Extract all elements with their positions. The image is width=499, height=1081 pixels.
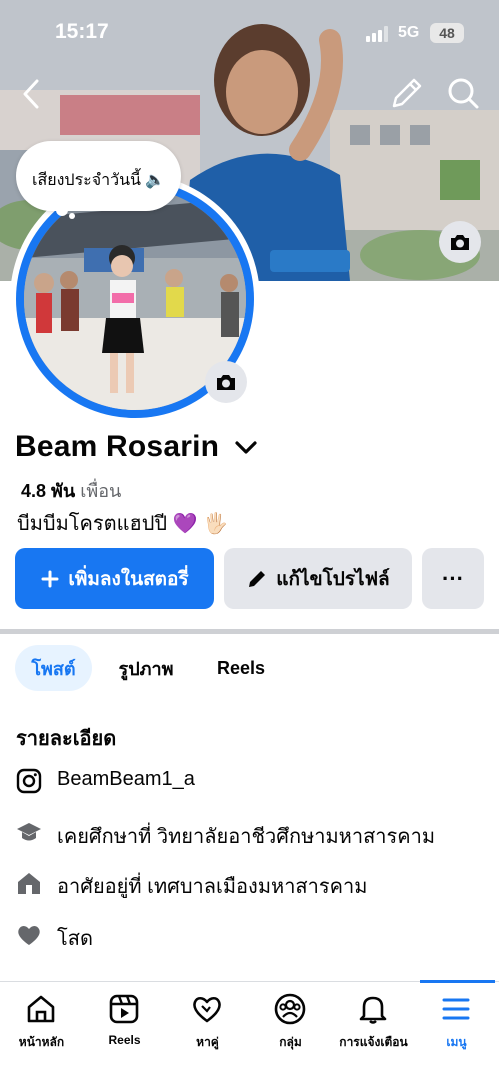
battery-indicator: 48	[430, 23, 464, 43]
bottom-navigation: หน้าหลัก Reels หาคู่ กลุ่ม การแจ้งเตือน …	[0, 981, 499, 1081]
add-to-story-button[interactable]: เพิ่มลงในสตอรี่	[15, 548, 214, 609]
education-text: เคยศึกษาที่ วิทยาลัยอาชีวศึกษามหาสารคาม	[57, 826, 436, 848]
chevron-down-icon	[235, 441, 257, 454]
friends-count[interactable]: 4.8 พัน เพื่อน	[21, 476, 121, 505]
edit-profile-button[interactable]: แก้ไขโปรไฟล์	[224, 548, 412, 609]
heart-icon	[18, 926, 40, 945]
pencil-icon	[392, 78, 422, 108]
home-icon	[18, 873, 40, 894]
more-options-label: ···	[442, 565, 464, 591]
more-options-button[interactable]: ···	[422, 548, 484, 609]
residence-text: อาศัยอยู่ที่ เทศบาลเมืองมหาสารคาม	[57, 876, 368, 898]
profile-name[interactable]: Beam Rosarin	[15, 430, 258, 464]
instagram-icon	[16, 768, 42, 794]
nav-dating[interactable]: หาคู่	[166, 982, 249, 1081]
nav-home-label: หน้าหลัก	[18, 1035, 65, 1049]
nav-menu-label: เมนู	[446, 1035, 467, 1049]
bell-icon	[359, 996, 387, 1024]
plus-icon	[41, 570, 59, 587]
nav-active-indicator	[420, 980, 495, 983]
friends-label: เพื่อน	[80, 481, 122, 501]
profile-camera-button[interactable]	[205, 361, 247, 403]
nav-menu[interactable]: เมนู	[415, 982, 498, 1081]
detail-row-relationship: โสด	[0, 914, 499, 954]
nav-groups-label: กลุ่ม	[279, 1035, 302, 1049]
pencil-icon	[249, 570, 266, 587]
chevron-left-icon	[23, 79, 39, 109]
section-divider	[0, 629, 499, 634]
tab-reels-label: Reels	[216, 657, 266, 678]
friends-count-value: 4.8 พัน	[21, 481, 76, 501]
search-icon	[448, 78, 479, 109]
camera-icon	[451, 235, 469, 250]
add-to-story-label: เพิ่มลงในสตอรี่	[68, 568, 189, 590]
profile-name-text: Beam Rosarin	[15, 430, 220, 463]
tab-photos[interactable]: รูปภาพ	[104, 645, 188, 691]
bio: บีมบีมโครตแฮปปี 💜 🖐🏻	[17, 513, 229, 535]
menu-icon	[442, 998, 470, 1020]
nav-reels[interactable]: Reels	[83, 982, 166, 1081]
back-button[interactable]	[10, 72, 54, 116]
nav-dating-label: หาคู่	[196, 1035, 219, 1049]
tab-posts[interactable]: โพสต์	[15, 645, 92, 691]
edit-cover-button[interactable]	[384, 72, 428, 116]
detail-row-residence: อาศัยอยู่ที่ เทศบาลเมืองมหาสารคาม	[0, 863, 499, 903]
dating-heart-icon	[193, 996, 221, 1023]
nav-reels-label: Reels	[108, 1033, 141, 1047]
reels-icon	[109, 994, 139, 1024]
search-button[interactable]	[442, 72, 486, 116]
network-type: 5G	[398, 24, 420, 41]
detail-row-instagram[interactable]: BeamBeam1_a	[0, 761, 499, 801]
instagram-handle: BeamBeam1_a	[57, 768, 195, 790]
edit-profile-label: แก้ไขโปรไฟล์	[276, 568, 390, 590]
note-text: เสียงประจำวันนี้ 🔈	[32, 172, 166, 189]
cover-camera-button[interactable]	[439, 221, 481, 263]
signal-icon	[366, 26, 388, 42]
graduation-cap-icon	[17, 823, 41, 841]
detail-row-education: เคยศึกษาที่ วิทยาลัยอาชีวศึกษามหาสารคาม	[0, 812, 499, 852]
tab-posts-label: โพสต์	[31, 658, 76, 679]
groups-icon	[274, 993, 306, 1025]
camera-icon	[217, 375, 235, 390]
tab-reels[interactable]: Reels	[203, 645, 279, 691]
tab-photos-label: รูปภาพ	[118, 658, 174, 679]
details-title: รายละเอียด	[16, 728, 117, 750]
status-time: 15:17	[55, 20, 109, 43]
nav-notifications-label: การแจ้งเตือน	[339, 1035, 408, 1049]
nav-home[interactable]: หน้าหลัก	[0, 982, 83, 1081]
nav-notifications[interactable]: การแจ้งเตือน	[332, 982, 415, 1081]
status-bar: 15:17 5G 48	[0, 0, 499, 64]
relationship-text: โสด	[57, 928, 93, 950]
note-bubble-tail	[56, 206, 75, 219]
nav-groups[interactable]: กลุ่ม	[249, 982, 332, 1081]
home-icon	[27, 995, 55, 1023]
